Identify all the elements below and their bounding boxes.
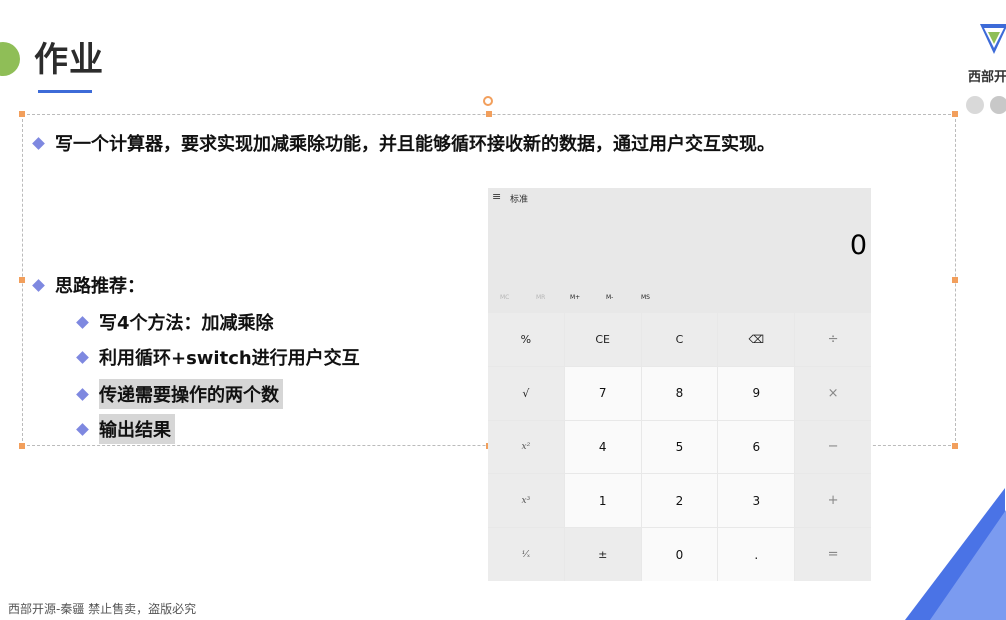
calc-key[interactable]: × xyxy=(795,366,871,420)
calc-key[interactable]: = xyxy=(795,528,871,581)
calc-key[interactable]: 5 xyxy=(641,420,718,474)
calc-key[interactable]: 9 xyxy=(718,366,795,420)
memory-button[interactable]: M- xyxy=(606,294,613,301)
calc-key[interactable]: % xyxy=(488,313,564,366)
calc-key[interactable]: x³ xyxy=(488,474,564,528)
resize-handle[interactable] xyxy=(19,277,25,283)
memory-row: MC MR M+ M- MS xyxy=(488,294,871,310)
calc-key[interactable]: 8 xyxy=(641,366,718,420)
calc-key[interactable]: x² xyxy=(488,420,564,474)
decorative-triangle xyxy=(930,510,1006,620)
resize-handle[interactable] xyxy=(19,443,25,449)
nav-dot[interactable] xyxy=(990,96,1006,114)
calc-key[interactable]: ÷ xyxy=(795,313,871,366)
hint-header: 思路推荐： xyxy=(55,276,145,297)
resize-handle[interactable] xyxy=(19,111,25,117)
calc-key[interactable]: 7 xyxy=(564,366,641,420)
hint-item: 利用循环+switch进行用户交互 xyxy=(76,344,360,370)
calc-key[interactable]: − xyxy=(795,420,871,474)
calc-key[interactable]: . xyxy=(718,528,795,581)
calc-key[interactable]: √ xyxy=(488,366,564,420)
diamond-bullet-icon xyxy=(76,422,89,436)
title-bullet xyxy=(0,42,20,76)
hint-text: 写4个方法：加减乘除 xyxy=(99,313,274,334)
memory-button[interactable]: MS xyxy=(641,294,650,301)
calculator-image: ≡ 标准 0 MC MR M+ M- MS % CE C ⌫ ÷ √ 7 8 9… xyxy=(488,188,871,581)
diamond-bullet-icon xyxy=(32,278,45,292)
resize-handle[interactable] xyxy=(952,111,958,117)
logo-text: 西部开 xyxy=(968,70,1006,85)
calc-key[interactable]: 1 xyxy=(564,474,641,528)
calculator-display: 0 xyxy=(849,230,867,261)
hint-text-highlighted[interactable]: 传递需要操作的两个数 xyxy=(99,379,283,409)
calc-key[interactable]: 4 xyxy=(564,420,641,474)
diamond-bullet-icon xyxy=(76,350,89,364)
task-text: 写一个计算器，要求实现加减乘除功能，并且能够循环接收新的数据，通过用户交互实现。 xyxy=(55,134,775,155)
hint-item: 输出结果 xyxy=(76,414,175,444)
memory-button[interactable]: MC xyxy=(500,294,509,301)
diamond-bullet-icon xyxy=(76,315,89,329)
memory-button[interactable]: MR xyxy=(536,294,545,301)
hint-text-highlighted[interactable]: 输出结果 xyxy=(99,414,175,444)
hint-item: 写4个方法：加减乘除 xyxy=(76,309,274,335)
diamond-bullet-icon xyxy=(32,136,45,150)
calculator-keypad: % CE C ⌫ ÷ √ 7 8 9 × x² 4 5 6 − x³ 1 2 3… xyxy=(488,313,871,581)
hint-item: 传递需要操作的两个数 xyxy=(76,379,283,409)
rotate-handle[interactable] xyxy=(483,96,493,106)
hamburger-menu-icon[interactable]: ≡ xyxy=(492,190,501,203)
resize-handle[interactable] xyxy=(952,277,958,283)
backspace-icon[interactable]: ⌫ xyxy=(718,313,795,366)
hint-text: 利用循环+switch进行用户交互 xyxy=(99,348,360,369)
memory-button[interactable]: M+ xyxy=(570,294,580,301)
diamond-bullet-icon xyxy=(76,387,89,401)
calc-key[interactable]: 0 xyxy=(641,528,718,581)
resize-handle[interactable] xyxy=(952,443,958,449)
task-bullet: 写一个计算器，要求实现加减乘除功能，并且能够循环接收新的数据，通过用户交互实现。 xyxy=(32,130,775,156)
calculator-header: ≡ 标准 xyxy=(488,188,871,212)
calc-key[interactable]: 6 xyxy=(718,420,795,474)
footer-text: 西部开源-秦疆 禁止售卖，盗版必究 xyxy=(8,602,197,616)
hint-header-bullet: 思路推荐： xyxy=(32,272,145,298)
calc-key[interactable]: + xyxy=(795,474,871,528)
nav-dot[interactable] xyxy=(966,96,984,114)
calc-key[interactable]: 3 xyxy=(718,474,795,528)
calc-key[interactable]: ¹⁄ₓ xyxy=(488,528,564,581)
page-title: 作业 xyxy=(34,40,104,80)
calc-key[interactable]: CE xyxy=(564,313,641,366)
calc-key[interactable]: ± xyxy=(564,528,641,581)
calc-key[interactable]: C xyxy=(641,313,718,366)
calc-key[interactable]: 2 xyxy=(641,474,718,528)
calculator-mode: 标准 xyxy=(510,195,529,205)
resize-handle[interactable] xyxy=(486,111,492,117)
title-underline xyxy=(38,90,92,93)
